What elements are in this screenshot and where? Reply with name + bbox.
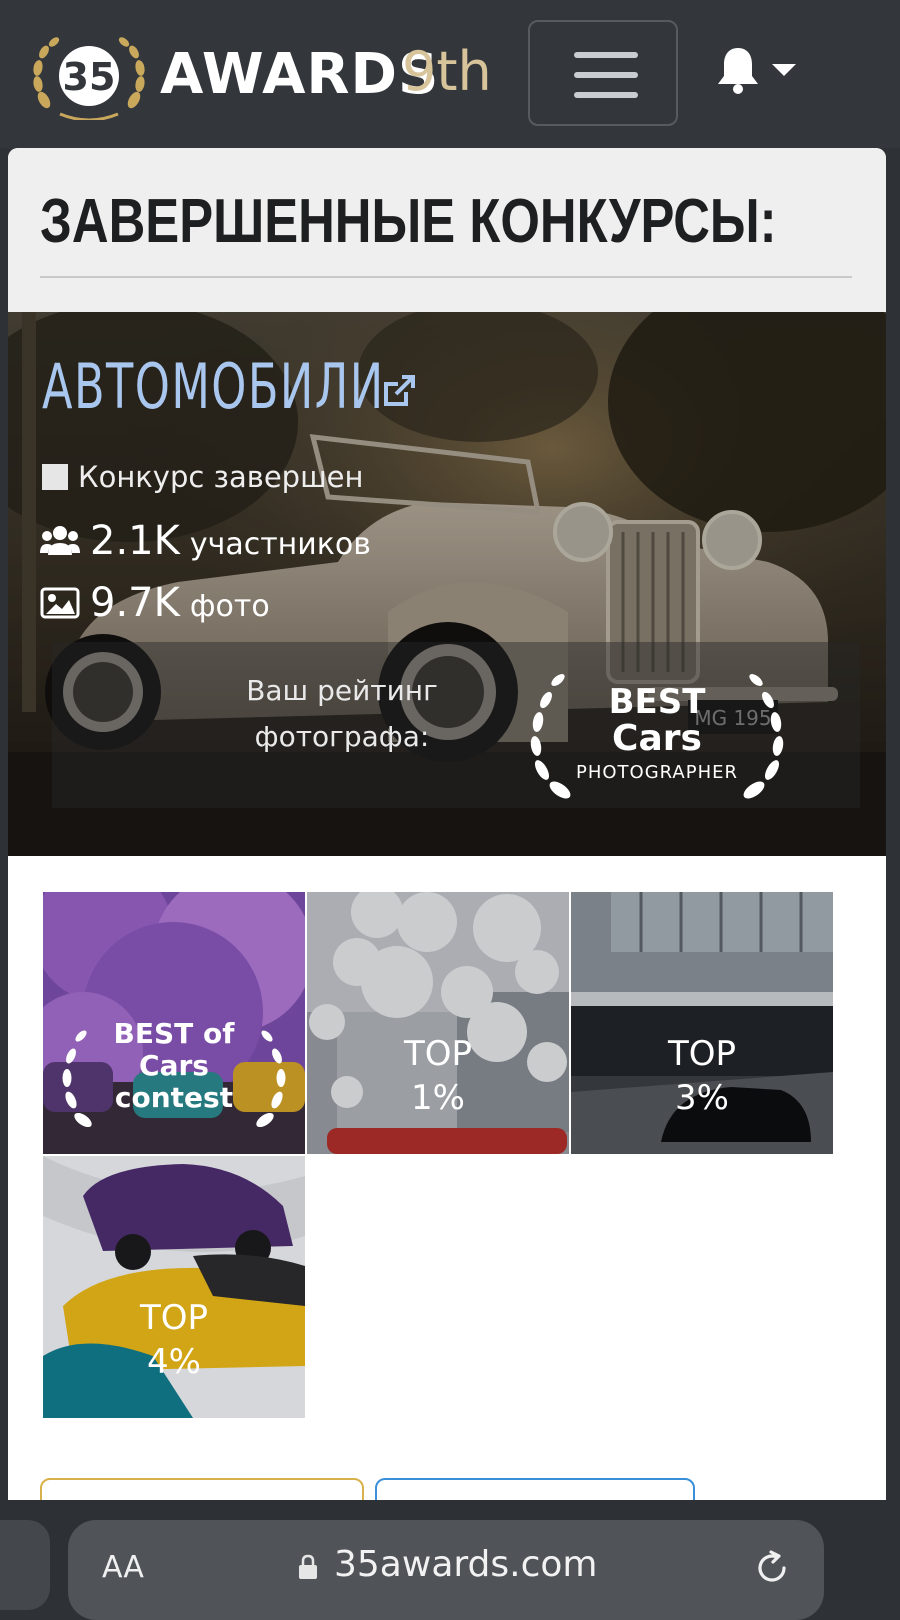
- award-line: 1%: [411, 1078, 465, 1118]
- award-tile-top-3[interactable]: TOP 3%: [571, 892, 833, 1154]
- reload-icon[interactable]: [754, 1550, 790, 1586]
- action-button-blue[interactable]: [375, 1478, 695, 1500]
- badge-line-2: Cars: [612, 718, 702, 759]
- photos-count: 9.7K: [90, 580, 180, 626]
- contest-title[interactable]: АВТОМОБИЛИ: [42, 350, 385, 423]
- url-text: 35awards.com: [334, 1544, 598, 1585]
- best-photographer-badge[interactable]: BEST Cars PHOTOGRAPHER: [522, 662, 792, 810]
- award-line: 3%: [675, 1078, 729, 1118]
- hamburger-menu-icon: [574, 52, 638, 58]
- award-label: TOP 3%: [571, 1032, 833, 1120]
- award-label: BEST of Cars contest: [43, 1018, 305, 1114]
- hamburger-line: [574, 92, 638, 98]
- award-line: contest: [114, 1081, 234, 1114]
- award-line: 4%: [147, 1342, 201, 1382]
- chevron-down-icon: [772, 64, 796, 76]
- participants-label: участников: [189, 527, 371, 562]
- notifications-dropdown[interactable]: [716, 46, 800, 96]
- image-icon: [40, 587, 80, 619]
- award-line: TOP: [403, 1034, 473, 1074]
- page-content: ЗАВЕРШЕННЫЕ КОНКУРСЫ: MG 195 АВТОМОБИЛИ …: [8, 148, 886, 1500]
- award-line: TOP: [139, 1298, 209, 1338]
- bell-icon: [718, 48, 758, 94]
- section-header: ЗАВЕРШЕННЫЕ КОНКУРСЫ:: [8, 148, 886, 312]
- badge-line-3: PHOTOGRAPHER: [575, 762, 739, 783]
- award-line: TOP: [667, 1034, 737, 1074]
- text-size-label: AA: [102, 1550, 144, 1585]
- lock-icon: [299, 1554, 317, 1579]
- photographer-rating: Ваш рейтинг фотографа: BEST Cars PHOTOGR…: [52, 642, 860, 808]
- address-bar[interactable]: AA 35awards.com: [68, 1520, 824, 1620]
- browser-toolbar: AA 35awards.com: [0, 1500, 900, 1620]
- brand-edition: 9th: [402, 40, 492, 103]
- award-label: TOP 4%: [43, 1296, 305, 1384]
- laurel-logo-icon: 35: [33, 37, 145, 122]
- users-icon: [40, 526, 80, 555]
- status-square-icon: [42, 464, 68, 490]
- text-size-button[interactable]: AA: [102, 1550, 144, 1585]
- badge-line-1: BEST: [608, 682, 706, 722]
- section-title: ЗАВЕРШЕННЫЕ КОНКУРСЫ:: [40, 187, 777, 256]
- award-tile-best-of-contest[interactable]: BEST of Cars contest: [43, 892, 305, 1154]
- top-navbar: 35 AWARDS 9th: [0, 0, 900, 148]
- brand-name[interactable]: AWARDS: [160, 42, 439, 107]
- award-label: TOP 1%: [307, 1032, 569, 1120]
- divider: [40, 276, 852, 278]
- external-link-icon[interactable]: [380, 372, 418, 410]
- site-logo[interactable]: 35: [30, 34, 148, 122]
- participants-stat: 2.1K участников: [40, 518, 371, 564]
- logo-text: 35: [63, 55, 116, 99]
- status-text: Конкурс завершен: [78, 460, 364, 494]
- action-button-gold[interactable]: [40, 1478, 364, 1500]
- previous-tab[interactable]: [0, 1520, 50, 1610]
- photos-label: фото: [189, 589, 270, 624]
- award-line: BEST of: [113, 1017, 235, 1050]
- rating-label: Ваш рейтинг фотографа:: [246, 674, 438, 753]
- hamburger-line: [574, 72, 638, 78]
- award-tile-top-1[interactable]: TOP 1%: [307, 892, 569, 1154]
- award-tile-top-4[interactable]: TOP 4%: [43, 1156, 305, 1418]
- participants-count: 2.1K: [90, 518, 180, 564]
- contest-status: Конкурс завершен: [42, 460, 363, 494]
- award-line: Cars: [139, 1049, 209, 1082]
- hamburger-menu-button[interactable]: [528, 20, 678, 126]
- contest-card[interactable]: MG 195 АВТОМОБИЛИ Конкурс завершен 2.1K …: [8, 312, 886, 856]
- photos-stat: 9.7K фото: [40, 580, 270, 626]
